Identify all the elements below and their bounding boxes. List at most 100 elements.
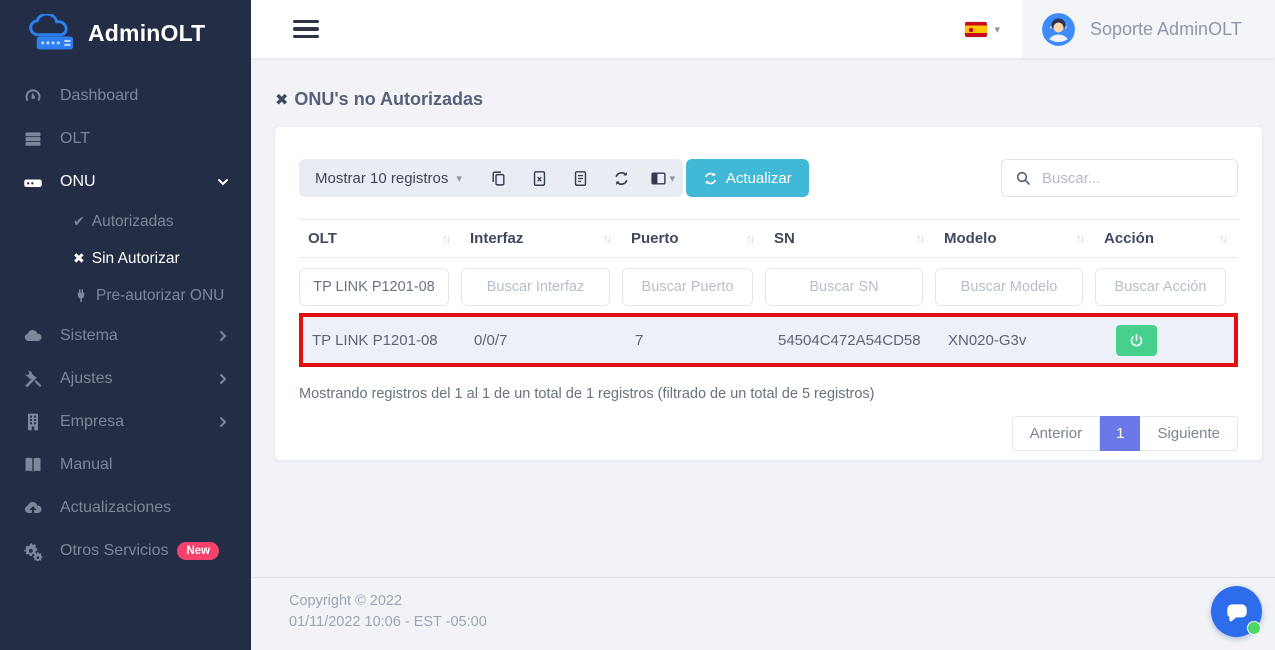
chat-widget-button[interactable] — [1211, 586, 1262, 637]
search-input[interactable] — [1001, 159, 1238, 197]
menu-toggle-icon[interactable] — [293, 16, 319, 43]
sidebar-item-manual[interactable]: Manual — [0, 443, 251, 486]
column-header-puerto[interactable]: Puerto↑↓ — [622, 220, 765, 257]
export-file-button[interactable] — [560, 159, 601, 197]
column-header-interfaz[interactable]: Interfaz↑↓ — [461, 220, 622, 257]
filter-input-sn[interactable] — [765, 268, 923, 306]
sidebar-item-sin-autorizar[interactable]: ✖ Sin Autorizar — [0, 240, 251, 277]
sidebar-item-empresa[interactable]: Empresa — [0, 400, 251, 443]
sidebar-item-autorizadas[interactable]: ✔ Autorizadas — [0, 203, 251, 240]
search-icon — [1015, 170, 1031, 186]
filter-input-olt[interactable] — [299, 268, 449, 306]
table-filter-row — [299, 268, 1238, 306]
brand-name: AdminOLT — [88, 20, 205, 47]
sidebar-item-dashboard[interactable]: Dashboard — [0, 74, 251, 117]
sidebar-item-label: Sistema — [60, 327, 118, 345]
user-menu[interactable]: Soporte AdminOLT — [1022, 0, 1275, 58]
sidebar-item-label: ONU — [60, 173, 96, 191]
chevron-down-icon — [217, 176, 229, 188]
plug-icon — [73, 288, 89, 304]
sidebar-nav: Dashboard OLT ONU ✔ Autorizadas — [0, 74, 251, 572]
authorize-onu-button[interactable] — [1116, 325, 1157, 356]
cell-interfaz: 0/0/7 — [465, 332, 626, 349]
filter-input-puerto[interactable] — [622, 268, 753, 306]
user-name: Soporte AdminOLT — [1090, 19, 1242, 40]
sidebar-item-sistema[interactable]: Sistema — [0, 314, 251, 357]
chat-bubble-icon — [1224, 599, 1250, 625]
gears-icon — [22, 540, 43, 561]
gauge-icon — [22, 85, 43, 106]
online-status-dot — [1247, 621, 1261, 635]
cloud-router-logo-icon — [26, 14, 82, 52]
pagination-page-1[interactable]: 1 — [1100, 416, 1140, 451]
column-header-olt[interactable]: OLT↑↓ — [299, 220, 461, 257]
chevron-right-icon — [217, 373, 229, 385]
sidebar-item-ajustes[interactable]: Ajustes — [0, 357, 251, 400]
refresh-icon — [703, 171, 718, 186]
excel-file-icon — [531, 170, 548, 187]
cell-puerto: 7 — [626, 332, 769, 349]
sidebar-item-label: Manual — [60, 456, 112, 474]
cell-olt: TP LINK P1201-08 — [303, 332, 465, 349]
power-icon — [1129, 333, 1144, 348]
sidebar-item-label: Sin Autorizar — [92, 250, 180, 268]
cell-accion — [1099, 325, 1234, 356]
page-length-dropdown[interactable]: Mostrar 10 registros ▾ — [299, 170, 478, 187]
table-search — [1001, 159, 1238, 197]
refresh-icon — [613, 170, 630, 187]
copyright-text: Copyright © 2022 — [289, 591, 1275, 612]
top-header: ▾ Soporte AdminOLT — [251, 0, 1275, 58]
sidebar-item-onu[interactable]: ONU — [0, 160, 251, 203]
brand-logo[interactable]: AdminOLT — [0, 0, 251, 66]
sidebar-item-olt[interactable]: OLT — [0, 117, 251, 160]
table-info: Mostrando registros del 1 al 1 de un tot… — [299, 386, 1238, 402]
sidebar-item-label: Empresa — [60, 413, 124, 431]
sidebar-item-pre-autorizar-onu[interactable]: Pre-autorizar ONU — [0, 277, 251, 314]
copy-icon — [490, 170, 507, 187]
chevron-right-icon — [217, 330, 229, 342]
chevron-right-icon — [217, 416, 229, 428]
column-header-sn[interactable]: SN↑↓ — [765, 220, 935, 257]
avatar — [1042, 13, 1075, 46]
filter-input-interfaz[interactable] — [461, 268, 610, 306]
pagination-next-button[interactable]: Siguiente — [1140, 416, 1238, 451]
cell-sn: 54504C472A54CD58 — [769, 332, 939, 349]
column-header-accion[interactable]: Acción↑↓ — [1095, 220, 1238, 257]
sidebar-item-label: Otros Servicios — [60, 542, 168, 560]
main-content: ✖ ONU's no Autorizadas Mostrar 10 regist… — [251, 58, 1275, 650]
language-selector[interactable]: ▾ — [943, 0, 1022, 58]
sidebar-item-actualizaciones[interactable]: Actualizaciones — [0, 486, 251, 529]
sidebar-item-label: Pre-autorizar ONU — [96, 287, 224, 305]
book-icon — [22, 454, 43, 475]
server-icon — [22, 128, 43, 149]
sidebar-item-label: Autorizadas — [92, 213, 174, 231]
sidebar-item-label: Dashboard — [60, 87, 138, 105]
check-icon: ✔ — [73, 213, 85, 230]
table-toolbar: Mostrar 10 registros ▾ — [299, 159, 1238, 197]
table-header-row: OLT↑↓ Interfaz↑↓ Puerto↑↓ SN↑↓ Modelo↑↓ … — [299, 219, 1238, 258]
column-header-modelo[interactable]: Modelo↑↓ — [935, 220, 1095, 257]
columns-icon — [650, 170, 667, 187]
filter-input-modelo[interactable] — [935, 268, 1083, 306]
sidebar-item-otros-servicios[interactable]: Otros Servicios New — [0, 529, 251, 572]
actualizar-button[interactable]: Actualizar — [686, 159, 809, 197]
reload-table-button[interactable] — [601, 159, 642, 197]
export-excel-button[interactable] — [519, 159, 560, 197]
footer: Copyright © 2022 01/11/2022 10:06 - EST … — [251, 577, 1275, 650]
column-visibility-button[interactable]: ▾ — [642, 159, 683, 197]
pagination: Anterior 1 Siguiente — [299, 416, 1238, 451]
sidebar-item-label: OLT — [60, 130, 90, 148]
table-row[interactable]: TP LINK P1201-08 0/0/7 7 54504C472A54CD5… — [303, 317, 1234, 363]
copy-button[interactable] — [478, 159, 519, 197]
file-lines-icon — [572, 170, 589, 187]
spain-flag-icon — [965, 22, 987, 37]
pagination-prev-button[interactable]: Anterior — [1012, 416, 1101, 451]
header-right: ▾ Soporte AdminOLT — [943, 0, 1275, 58]
filter-input-accion[interactable] — [1095, 268, 1226, 306]
cloud-icon — [22, 325, 43, 346]
caret-down-icon: ▾ — [670, 172, 676, 185]
table-card: Mostrar 10 registros ▾ — [275, 127, 1262, 460]
sidebar-item-label: Ajustes — [60, 370, 112, 388]
sort-icon: ↑↓ — [746, 233, 753, 245]
sort-icon: ↑↓ — [1219, 233, 1226, 245]
